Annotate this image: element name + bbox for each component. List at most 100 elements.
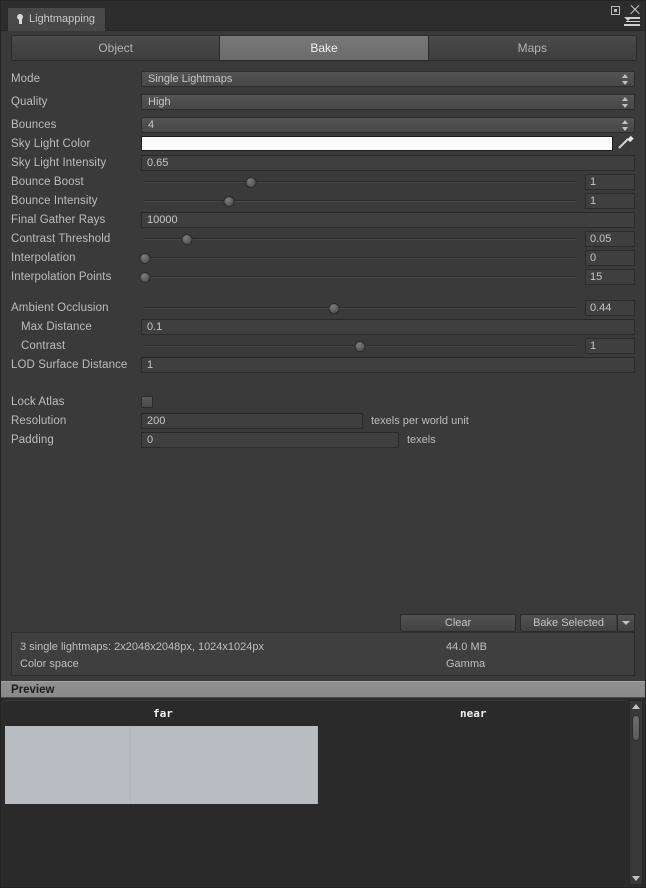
bounces-dropdown[interactable]: 4	[141, 116, 635, 133]
row-bounce-intensity: Bounce Intensity 1	[11, 191, 635, 210]
tab-object[interactable]: Object	[11, 35, 220, 61]
lock-atlas-checkbox[interactable]	[141, 395, 153, 408]
preview-header[interactable]: Preview	[1, 681, 645, 698]
preview-near-label: near	[460, 707, 487, 720]
row-lod-surface-distance: LOD Surface Distance 1	[11, 355, 635, 374]
scroll-down-icon[interactable]	[632, 876, 640, 881]
interpolation-input[interactable]: 0	[585, 249, 635, 266]
label-bounces: Bounces	[11, 118, 57, 131]
maximize-icon[interactable]	[611, 6, 620, 15]
bake-actions: Clear Bake Selected	[400, 614, 635, 632]
interpolation-points-slider[interactable]	[139, 269, 579, 285]
bounce-intensity-input[interactable]: 1	[585, 192, 635, 209]
interpolation-slider[interactable]	[139, 250, 579, 266]
contrast-threshold-input[interactable]: 0.05	[585, 230, 635, 247]
slider-thumb[interactable]	[139, 252, 151, 264]
lod-surface-distance-input[interactable]: 1	[141, 356, 635, 373]
lightmap-thumbnail[interactable]	[5, 726, 318, 804]
panel-menu-icon[interactable]	[624, 17, 640, 27]
preview-vertical-scrollbar[interactable]	[629, 700, 643, 885]
scrollbar-thumb[interactable]	[632, 715, 640, 741]
label-mode: Mode	[11, 72, 41, 85]
ambient-occlusion-input[interactable]: 0.44	[585, 299, 635, 316]
slider-thumb[interactable]	[181, 233, 193, 245]
row-interpolation: Interpolation 0	[11, 248, 635, 267]
row-max-distance: Max Distance 0.1	[11, 317, 635, 336]
mode-dropdown[interactable]: Single Lightmaps	[141, 70, 635, 87]
bake-selected-split-button: Bake Selected	[520, 614, 635, 632]
label-contrast-threshold: Contrast Threshold	[11, 232, 111, 245]
label-bounce-intensity: Bounce Intensity	[11, 194, 98, 207]
row-ambient-occlusion: Ambient Occlusion 0.44	[11, 298, 635, 317]
menu-bar-3	[624, 24, 640, 26]
row-sky-light-intensity: Sky Light Intensity 0.65	[11, 153, 635, 172]
sky-light-color-swatch[interactable]	[141, 136, 613, 151]
slider-track	[143, 199, 577, 202]
label-interpolation: Interpolation	[11, 251, 76, 264]
menu-triangle-icon	[624, 17, 632, 21]
slider-track	[143, 180, 577, 183]
clear-button[interactable]: Clear	[400, 614, 517, 632]
bounce-intensity-slider[interactable]	[141, 193, 579, 209]
slider-track	[143, 237, 577, 240]
slider-thumb[interactable]	[328, 302, 340, 314]
window-tab-label: Lightmapping	[29, 13, 96, 25]
slider-thumb[interactable]	[223, 195, 235, 207]
max-distance-input[interactable]: 0.1	[141, 318, 635, 335]
label-resolution: Resolution	[11, 414, 67, 427]
mode-tabstrip: Object Bake Maps	[11, 35, 637, 61]
slider-thumb[interactable]	[245, 176, 256, 188]
lightmapping-window: Lightmapping Object Bake Maps Mode Singl…	[0, 0, 646, 888]
quality-dropdown[interactable]: High	[141, 93, 635, 110]
mode-dropdown-value: Single Lightmaps	[148, 72, 233, 85]
label-padding: Padding	[11, 433, 54, 446]
info-row-lightmaps: 3 single lightmaps: 2x2048x2048px, 1024x…	[20, 638, 626, 655]
color-space-value: Gamma	[446, 657, 486, 670]
bounce-boost-input[interactable]: 1	[585, 173, 635, 190]
label-quality: Quality	[11, 95, 48, 108]
window-tab-lightmapping[interactable]: Lightmapping	[7, 7, 107, 31]
label-sky-light-color: Sky Light Color	[11, 137, 91, 150]
preview-far-label: far	[153, 707, 173, 720]
label-final-gather-rays: Final Gather Rays	[11, 213, 106, 226]
row-final-gather-rays: Final Gather Rays 10000	[11, 210, 635, 229]
sky-light-intensity-input[interactable]: 0.65	[141, 154, 635, 171]
contrast-slider[interactable]	[141, 338, 579, 354]
interpolation-points-input[interactable]: 15	[585, 268, 635, 285]
tab-bake[interactable]: Bake	[219, 35, 428, 61]
color-space-label: Color space	[20, 657, 79, 670]
eyedropper-icon[interactable]	[617, 136, 635, 152]
slider-thumb[interactable]	[139, 271, 151, 283]
row-padding: Padding 0 texels	[11, 430, 635, 449]
chevron-updown-icon	[622, 73, 629, 85]
contrast-threshold-slider[interactable]	[141, 231, 579, 247]
scroll-up-icon[interactable]	[632, 704, 640, 709]
bake-selected-button[interactable]: Bake Selected	[520, 614, 617, 632]
row-quality: Quality High	[11, 92, 635, 111]
lightmap-preview-canvas[interactable]: far near	[5, 700, 626, 885]
label-sky-light-intensity: Sky Light Intensity	[11, 156, 107, 169]
lightmap-info-box: 3 single lightmaps: 2x2048x2048px, 1024x…	[11, 632, 635, 676]
slider-thumb[interactable]	[354, 340, 366, 352]
bounce-boost-slider[interactable]	[141, 174, 579, 190]
lightmaps-summary-label: 3 single lightmaps: 2x2048x2048px, 1024x…	[20, 640, 265, 653]
label-max-distance: Max Distance	[21, 320, 92, 333]
close-icon[interactable]	[629, 4, 640, 15]
row-mode: Mode Single Lightmaps	[11, 69, 635, 88]
tab-maps[interactable]: Maps	[427, 35, 637, 61]
slider-track	[143, 275, 577, 278]
ambient-occlusion-slider[interactable]	[141, 300, 579, 316]
contrast-input[interactable]: 1	[585, 337, 635, 354]
resolution-input[interactable]: 200	[141, 412, 363, 429]
final-gather-rays-input[interactable]: 10000	[141, 211, 635, 228]
row-resolution: Resolution 200 texels per world unit	[11, 411, 635, 430]
row-lock-atlas: Lock Atlas	[11, 392, 635, 411]
resolution-units-label: texels per world unit	[371, 414, 469, 427]
window-titlebar: Lightmapping	[1, 1, 645, 31]
row-sky-light-color: Sky Light Color	[11, 134, 635, 153]
bake-selected-dropdown-icon[interactable]	[617, 614, 635, 632]
slider-track	[143, 256, 577, 259]
slider-track	[143, 306, 577, 309]
padding-input[interactable]: 0	[141, 431, 399, 448]
row-contrast-threshold: Contrast Threshold 0.05	[11, 229, 635, 248]
